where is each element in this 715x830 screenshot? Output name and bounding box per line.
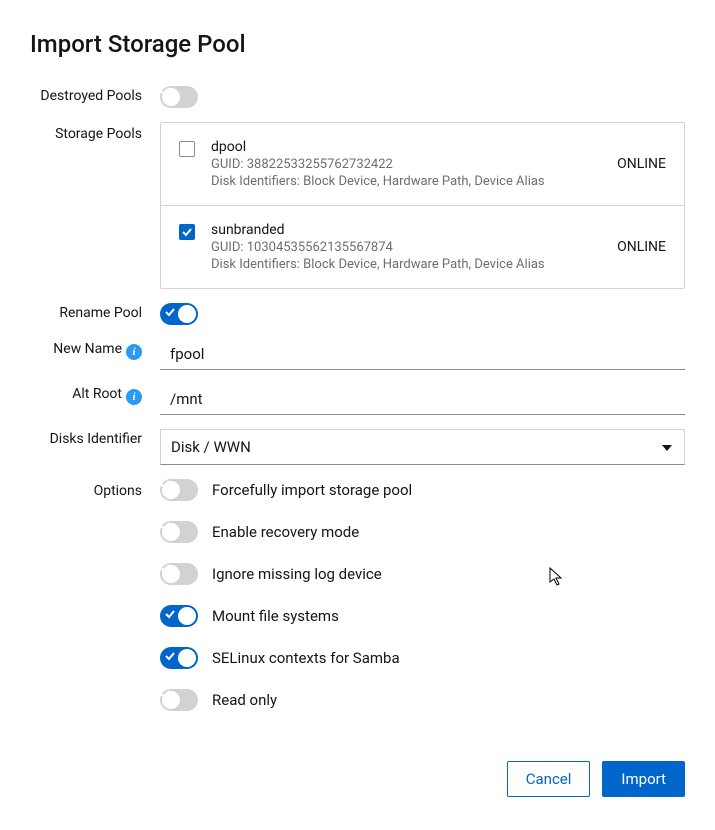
pool-item[interactable]: sunbranded GUID: 10304535562135567874 Di… <box>161 205 684 288</box>
option-toggle-force-import[interactable] <box>160 479 198 501</box>
disks-identifier-select[interactable]: Disk / WWN <box>161 430 684 464</box>
option-label: Ignore missing log device <box>212 565 382 583</box>
option-row: Ignore missing log device <box>160 563 685 585</box>
option-label: SELinux contexts for Samba <box>212 649 400 667</box>
pool-list: dpool GUID: 38822533255762732422 Disk Id… <box>160 122 685 289</box>
rename-pool-label: Rename Pool <box>30 303 160 321</box>
new-name-label: New Namei <box>30 339 160 360</box>
page-title: Import Storage Pool <box>30 30 685 58</box>
option-row: Enable recovery mode <box>160 521 685 543</box>
option-toggle-read-only[interactable] <box>160 689 198 711</box>
rename-pool-toggle[interactable] <box>160 303 198 325</box>
new-name-input[interactable] <box>160 339 685 370</box>
option-row: Read only <box>160 689 685 711</box>
alt-root-label: Alt Rooti <box>30 384 160 405</box>
pool-item[interactable]: dpool GUID: 38822533255762732422 Disk Id… <box>161 123 684 205</box>
pool-status: ONLINE <box>607 156 666 172</box>
disks-identifier-label: Disks Identifier <box>30 429 160 447</box>
option-toggle-mount-fs[interactable] <box>160 605 198 627</box>
pool-status: ONLINE <box>607 239 666 255</box>
option-row: SELinux contexts for Samba <box>160 647 685 669</box>
destroyed-pools-label: Destroyed Pools <box>30 86 160 104</box>
pool-checkbox[interactable] <box>179 141 195 157</box>
pool-guid: GUID: 38822533255762732422 <box>211 157 607 172</box>
option-toggle-ignore-missing-log[interactable] <box>160 563 198 585</box>
alt-root-input[interactable] <box>160 384 685 415</box>
option-row: Forcefully import storage pool <box>160 479 685 501</box>
pool-name: sunbranded <box>211 222 607 238</box>
option-label: Enable recovery mode <box>212 523 359 541</box>
options-group: Forcefully import storage pool Enable re… <box>160 479 685 731</box>
info-icon[interactable]: i <box>126 389 142 405</box>
pool-checkbox[interactable] <box>179 224 195 240</box>
option-toggle-selinux[interactable] <box>160 647 198 669</box>
option-label: Forcefully import storage pool <box>212 481 412 499</box>
storage-pools-label: Storage Pools <box>30 122 160 142</box>
pool-disk-identifiers: Disk Identifiers: Block Device, Hardware… <box>211 257 607 272</box>
option-label: Read only <box>212 691 277 709</box>
pool-guid: GUID: 10304535562135567874 <box>211 240 607 255</box>
destroyed-pools-toggle[interactable] <box>160 86 198 108</box>
import-button[interactable]: Import <box>602 761 685 797</box>
option-label: Mount file systems <box>212 607 339 625</box>
option-row: Mount file systems <box>160 605 685 627</box>
info-icon[interactable]: i <box>126 344 142 360</box>
pool-name: dpool <box>211 139 607 155</box>
dialog-footer: Cancel Import <box>30 761 685 797</box>
options-label: Options <box>30 479 160 499</box>
pool-disk-identifiers: Disk Identifiers: Block Device, Hardware… <box>211 174 607 189</box>
option-toggle-recovery-mode[interactable] <box>160 521 198 543</box>
cancel-button[interactable]: Cancel <box>507 761 591 797</box>
